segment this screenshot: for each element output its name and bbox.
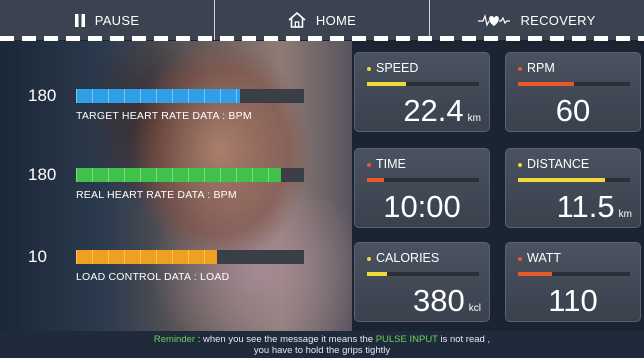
watt-readout: 110 bbox=[506, 283, 640, 319]
time-value: 10:00 bbox=[383, 189, 461, 224]
time-dot bbox=[367, 162, 371, 167]
top-navigation-bar: PAUSE HOME RECOVERY bbox=[0, 0, 644, 40]
rpm-dot bbox=[518, 66, 522, 71]
time-readout: 10:00 bbox=[355, 189, 489, 225]
watt-title: WATT bbox=[527, 251, 562, 265]
calories-unit: kcl bbox=[468, 303, 481, 314]
target-heart-rate-fill bbox=[76, 89, 241, 103]
distance-tile: DISTANCE 11.5 km bbox=[505, 148, 641, 228]
speed-readout: 22.4 km bbox=[355, 93, 481, 129]
real-heart-rate-fill bbox=[76, 168, 282, 182]
pause-label: PAUSE bbox=[94, 12, 140, 28]
load-control-fill bbox=[76, 250, 218, 264]
real-heart-rate-value: 180 bbox=[28, 165, 57, 184]
watt-bar-fill bbox=[518, 272, 552, 276]
calories-value: 380 bbox=[413, 283, 465, 318]
background-photo bbox=[0, 41, 352, 331]
distance-bar-fill bbox=[518, 178, 606, 182]
pause-icon bbox=[74, 13, 85, 27]
recovery-button[interactable]: RECOVERY bbox=[430, 0, 644, 40]
watt-dot bbox=[518, 256, 522, 261]
rpm-tile: RPM 60 bbox=[505, 52, 641, 132]
time-bar bbox=[367, 178, 479, 182]
calories-title: CALORIES bbox=[376, 251, 440, 265]
watt-bar bbox=[518, 272, 630, 276]
distance-dot bbox=[518, 162, 522, 167]
load-control-bar bbox=[76, 250, 304, 264]
real-heart-rate-label: REAL HEART RATE DATA : BPM bbox=[76, 189, 237, 201]
rpm-bar-fill bbox=[518, 82, 574, 86]
calories-readout: 380 kcl bbox=[355, 283, 481, 319]
speed-bar-fill bbox=[367, 82, 407, 86]
distance-unit: km bbox=[618, 209, 632, 220]
load-control-value: 10 bbox=[28, 247, 47, 266]
home-icon bbox=[288, 12, 306, 28]
calories-bar-fill bbox=[367, 272, 388, 276]
calories-bar bbox=[367, 272, 479, 276]
rpm-value: 60 bbox=[555, 93, 591, 128]
target-heart-rate-label: TARGET HEART RATE DATA : BPM bbox=[76, 110, 252, 122]
load-control-label: LOAD CONTROL DATA : LOAD bbox=[76, 271, 230, 283]
reminder-line-2: you have to hold the grips tightly bbox=[253, 345, 391, 356]
time-bar-fill bbox=[367, 178, 384, 182]
speed-value: 22.4 bbox=[403, 93, 464, 128]
distance-value: 11.5 bbox=[556, 189, 615, 224]
pause-button[interactable]: PAUSE bbox=[0, 0, 215, 40]
speed-unit: km bbox=[467, 113, 481, 124]
distance-title: DISTANCE bbox=[527, 157, 590, 171]
reminder-line-1: Reminder : when you see the message it m… bbox=[0, 334, 644, 345]
home-label: HOME bbox=[315, 12, 357, 28]
speed-tile: SPEED 22.4 km bbox=[354, 52, 490, 132]
reminder-text-part2: is not read , bbox=[437, 334, 491, 345]
rpm-bar bbox=[518, 82, 630, 86]
heart-pulse-icon bbox=[478, 13, 511, 27]
target-heart-rate-bar bbox=[76, 89, 304, 103]
speed-title: SPEED bbox=[376, 61, 419, 75]
reminder-footer: Reminder : when you see the message it m… bbox=[0, 331, 644, 358]
time-tile: TIME 10:00 bbox=[354, 148, 490, 228]
home-button[interactable]: HOME bbox=[215, 0, 430, 40]
speed-dot bbox=[367, 66, 371, 71]
watt-value: 110 bbox=[548, 283, 598, 318]
watt-tile: WATT 110 bbox=[505, 242, 641, 322]
time-title: TIME bbox=[376, 157, 406, 171]
calories-dot bbox=[367, 256, 371, 261]
pulse-input-highlight: PULSE INPUT bbox=[375, 334, 438, 345]
distance-readout: 11.5 km bbox=[506, 189, 632, 225]
calories-tile: CALORIES 380 kcl bbox=[354, 242, 490, 322]
real-heart-rate-bar bbox=[76, 168, 304, 182]
reminder-word: Reminder bbox=[153, 334, 196, 345]
speed-bar bbox=[367, 82, 479, 86]
reminder-text-part1: : when you see the message it means the bbox=[195, 334, 376, 345]
distance-bar bbox=[518, 178, 630, 182]
rpm-title: RPM bbox=[527, 61, 555, 75]
target-heart-rate-value: 180 bbox=[28, 86, 57, 105]
rpm-readout: 60 bbox=[506, 93, 640, 129]
recovery-label: RECOVERY bbox=[520, 12, 596, 28]
